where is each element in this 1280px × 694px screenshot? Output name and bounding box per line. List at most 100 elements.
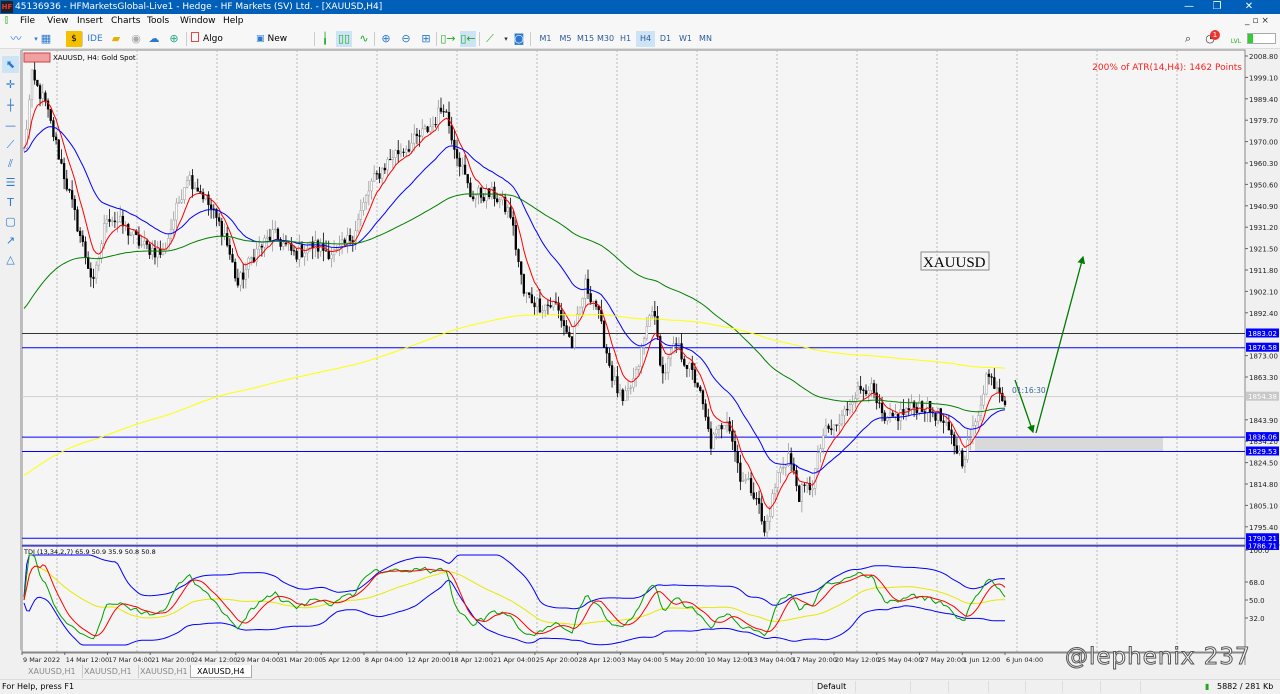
bear-candle [760,503,763,522]
bull-candle [966,439,969,460]
bull-candle [744,479,747,481]
time-tick-label: 27 May 20:00 [921,656,966,664]
bear-candle [383,167,387,171]
bull-candle [298,244,301,260]
bull-candle [741,480,745,482]
bear-candle [33,69,36,81]
time-tick-label: 20 May 12:00 [835,656,880,664]
bull-candle [461,164,464,167]
bear-candle [728,421,731,432]
bull-candle [266,236,269,239]
bull-candle [413,133,416,144]
bear-candle [939,408,942,422]
bull-candle [28,99,31,130]
bull-candle [581,298,584,308]
bear-candle [378,173,381,179]
bear-candle [987,373,991,377]
price-level-label: 1836.06 [1248,434,1277,442]
bear-candle [159,248,162,255]
bear-candle [327,251,330,260]
chart-background [21,49,1246,654]
price-level-label: 1829.53 [1248,448,1277,456]
time-tick-label: 28 Apr 12:00 [579,656,621,664]
bear-candle [586,278,590,294]
bull-candle [843,408,846,416]
bull-candle [824,425,828,436]
bear-candle [902,408,905,415]
time-tick-label: 21 Mar 20:00 [151,656,194,664]
bull-candle [573,325,576,348]
bull-candle [429,126,432,132]
bear-candle [76,209,79,232]
bear-candle [402,151,405,153]
bull-candle [819,448,822,453]
bear-candle [953,434,956,446]
bull-candle [974,421,977,426]
bull-candle [894,414,897,417]
bear-candle [316,240,320,252]
bull-candle [501,196,504,201]
bull-candle [362,202,365,211]
bull-candle [867,390,870,395]
bear-candle [495,198,499,202]
text-object-label: XAUUSD [923,255,986,271]
time-tick-label: 24 Mar 12:00 [194,656,237,664]
bear-candle [862,389,865,391]
bull-candle [634,369,638,379]
bull-candle [626,388,630,392]
bear-candle [568,332,571,337]
indicator-tick-label: 50.0 [1249,597,1265,605]
bull-candle [851,402,854,405]
support-zone [975,437,1163,452]
time-tick-label: 14 Mar 12:00 [66,656,109,664]
time-tick-label: 3 May 04:00 [621,656,661,664]
bull-candle [143,240,146,245]
bear-candle [471,196,475,200]
price-tick-label: 1824.50 [1249,460,1278,468]
bear-candle [827,425,830,429]
tab-xauusd-h1[interactable]: XAUUSD,H1 [134,665,195,678]
bear-candle [610,365,614,381]
tab-xauusd-h1[interactable]: XAUUSD,H1 [78,665,139,678]
bear-candle [538,298,542,313]
price-tick-label: 1805.10 [1249,502,1278,510]
tab-xauusd-h1[interactable]: XAUUSD,H1 [22,665,83,678]
bear-candle [685,365,689,369]
bear-candle [528,292,531,295]
bull-candle [188,175,191,181]
connection-icon: ▮ [1205,682,1210,691]
bear-candle [482,197,485,202]
bear-candle [731,430,734,442]
bull-candle [958,450,961,454]
bear-candle [228,244,231,255]
bull-candle [140,244,143,246]
bear-candle [466,174,469,184]
bear-candle [701,390,705,405]
bear-candle [522,274,526,294]
time-tick-label: 9 Mar 2022 [23,656,60,664]
bear-candle [348,235,352,241]
bull-candle [811,487,814,491]
price-chart[interactable]: 2008.80 1999.10 1989.40 1979.70 1970.00 1960.… [0,0,1280,665]
bear-candle [661,364,665,374]
price-tick-label: 1950.60 [1249,181,1278,189]
bull-candle [776,472,779,488]
time-tick-label: 1 Jun 12:00 [963,656,1000,664]
bull-candle [111,220,114,222]
price-tick-label: 1931.20 [1249,224,1278,232]
tab-xauusd-h4[interactable]: XAUUSD,H4 [190,665,252,678]
bull-candle [405,149,408,153]
bear-candle [749,478,753,494]
atr-label: 200% of ATR(14,H4): 1462 Points [1092,63,1242,73]
bear-candle [560,310,563,321]
bear-candle [493,186,496,200]
bear-candle [70,190,74,200]
bull-candle [870,383,873,391]
price-tick-label: 1960.30 [1249,160,1278,168]
bear-candle [872,383,876,394]
bear-candle [803,484,806,486]
price-tick-label: 1795.40 [1249,524,1278,532]
time-tick-label: 17 May 20:00 [792,656,837,664]
bull-candle [840,414,844,425]
bull-candle [183,187,186,200]
